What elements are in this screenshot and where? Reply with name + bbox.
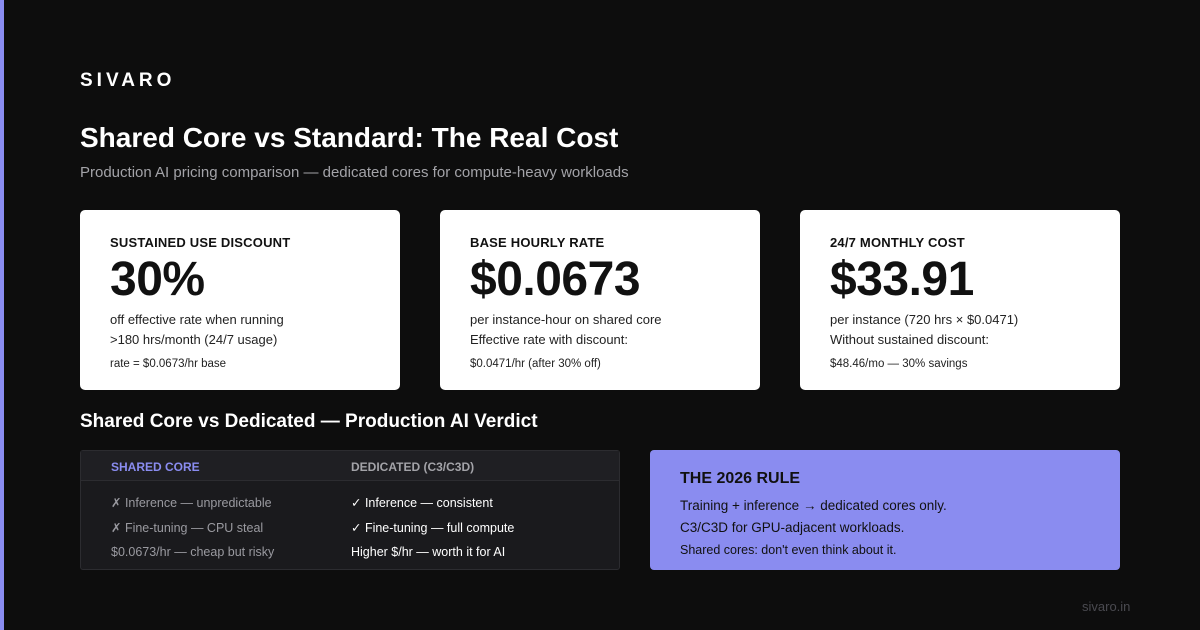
brand-logo: SIVARO bbox=[80, 70, 176, 91]
card-footnote: rate = $0.0673/hr base bbox=[110, 358, 227, 370]
card-label: SUSTAINED USE DISCOUNT bbox=[110, 235, 291, 250]
cell-dedicated: ✓ Fine-tuning — full compute bbox=[351, 521, 515, 535]
cell-dedicated: ✓ Inference — consistent bbox=[351, 496, 493, 510]
page-title: Shared Core vs Standard: The Real Cost bbox=[80, 122, 619, 153]
cell-shared: ✗ Inference — unpredictable bbox=[111, 496, 272, 510]
verdict-title: Shared Core vs Dedicated — Production AI… bbox=[80, 411, 538, 432]
comparison-body: ✗ Inference — unpredictable ✓ Inference … bbox=[81, 481, 619, 564]
rule-title: THE 2026 RULE bbox=[680, 470, 801, 487]
cell-dedicated: Higher $/hr — worth it for AI bbox=[351, 545, 506, 559]
header-shared-core: SHARED CORE bbox=[111, 460, 200, 474]
rule-line: C3/C3D for GPU-adjacent workloads. bbox=[680, 520, 905, 535]
rule-line: Training + inference → dedicated cores o… bbox=[680, 498, 947, 513]
accent-bar bbox=[0, 0, 4, 630]
card-desc-line: Effective rate with discount: bbox=[470, 332, 629, 347]
card-desc-line: per instance-hour on shared core bbox=[470, 312, 662, 327]
comparison-table: SHARED CORE DEDICATED (C3/C3D) ✗ Inferen… bbox=[80, 450, 620, 570]
card-desc-line: off effective rate when running bbox=[110, 312, 284, 327]
card-label: BASE HOURLY RATE bbox=[470, 235, 605, 250]
rule-line: Shared cores: don't even think about it. bbox=[680, 543, 897, 557]
card-desc-line: >180 hrs/month (24/7 usage) bbox=[110, 332, 278, 347]
card-value: $0.0673 bbox=[470, 253, 641, 306]
rule-callout: THE 2026 RULE Training + inference → ded… bbox=[650, 450, 1120, 570]
card-sustained-discount: SUSTAINED USE DISCOUNT 30% off effective… bbox=[80, 210, 400, 390]
cell-shared: $0.0673/hr — cheap but risky bbox=[111, 545, 275, 559]
card-value: 30% bbox=[110, 253, 205, 306]
card-desc-line: Without sustained discount: bbox=[830, 332, 989, 347]
card-desc-line: per instance (720 hrs × $0.0471) bbox=[830, 312, 1019, 327]
card-footnote: $48.46/mo — 30% savings bbox=[830, 358, 968, 370]
comparison-header: SHARED CORE DEDICATED (C3/C3D) bbox=[81, 451, 619, 481]
card-value: $33.91 bbox=[830, 253, 974, 306]
card-monthly-cost: 24/7 MONTHLY COST $33.91 per instance (7… bbox=[800, 210, 1120, 390]
table-row: ✗ Fine-tuning — CPU steal ✓ Fine-tuning … bbox=[81, 514, 619, 539]
card-footnote: $0.0471/hr (after 30% off) bbox=[470, 358, 601, 370]
card-label: 24/7 MONTHLY COST bbox=[830, 235, 965, 250]
table-row: ✗ Inference — unpredictable ✓ Inference … bbox=[81, 489, 619, 514]
card-description: off effective rate when running >180 hrs… bbox=[110, 310, 370, 350]
card-description: per instance-hour on shared core Effecti… bbox=[470, 310, 730, 350]
table-row: $0.0673/hr — cheap but risky Higher $/hr… bbox=[81, 539, 619, 564]
header-dedicated: DEDICATED (C3/C3D) bbox=[351, 460, 475, 474]
card-base-hourly-rate: BASE HOURLY RATE $0.0673 per instance-ho… bbox=[440, 210, 760, 390]
cell-shared: ✗ Fine-tuning — CPU steal bbox=[111, 521, 264, 535]
footer-url: sivaro.in bbox=[1082, 599, 1131, 614]
card-description: per instance (720 hrs × $0.0471) Without… bbox=[830, 310, 1090, 350]
page-subtitle: Production AI pricing comparison — dedic… bbox=[80, 164, 629, 181]
